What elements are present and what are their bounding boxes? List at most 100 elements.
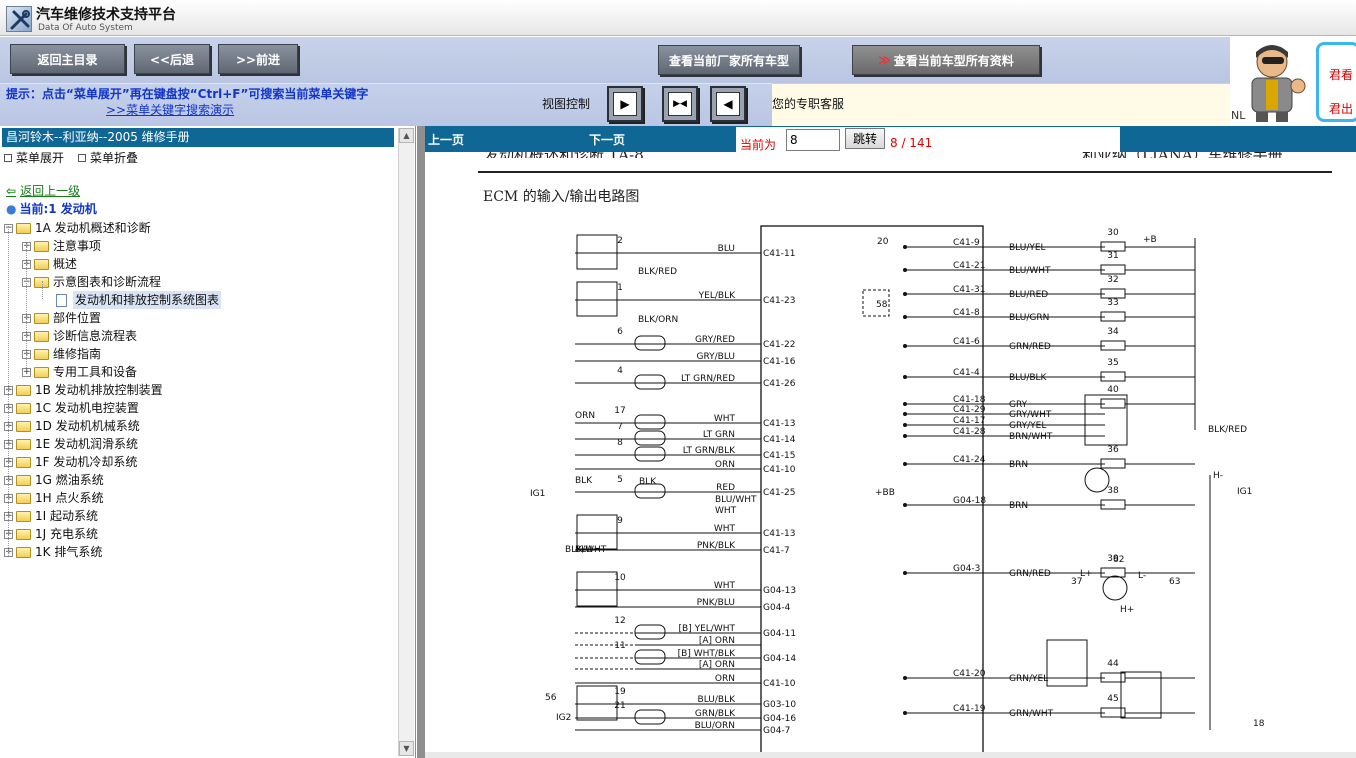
tree-item[interactable]: +1E 发动机润滑系统 xyxy=(4,435,138,453)
component-number: 35 xyxy=(1107,358,1118,368)
connector-pin-label: C41-21 xyxy=(953,261,985,271)
wire-color-label: GRY xyxy=(1009,400,1028,410)
tree-item[interactable]: +1I 起动系统 xyxy=(4,507,98,525)
ad-line-1: 君看 xyxy=(1329,68,1354,82)
expand-square-icon xyxy=(4,154,12,162)
jump-button[interactable]: 跳转 xyxy=(845,128,885,149)
tree-item[interactable]: −1A 发动机概述和诊断 xyxy=(4,219,151,237)
collapse-left-icon: ◀ xyxy=(716,92,740,116)
tree-item[interactable]: + 维修指南 xyxy=(22,345,101,363)
home-button[interactable]: 返回主目录 xyxy=(10,44,125,74)
tree-item[interactable]: + 专用工具和设备 xyxy=(22,363,137,381)
wire-color-label: LT GRN/BLK xyxy=(683,446,736,456)
expand-right-icon: ▶ xyxy=(613,92,637,116)
wire-color-label: [A] ORN xyxy=(699,636,735,646)
wire-color-label: GRY/BLU xyxy=(696,352,735,362)
tree-item[interactable]: + 诊断信息流程表 xyxy=(22,327,137,345)
junction-dot xyxy=(903,375,907,379)
component-number: 38 xyxy=(1107,486,1119,496)
folder-icon xyxy=(16,474,31,486)
connector-pin-label: C41-9 xyxy=(953,238,980,248)
app-title: 汽车维修技术支持平台 xyxy=(36,7,176,23)
tree-item-label: 部件位置 xyxy=(53,311,102,325)
prev-page-button[interactable]: 上一页 xyxy=(428,131,464,148)
wire-color-label: BLU/BLK xyxy=(698,695,737,705)
wire-color-label: BRN xyxy=(1009,460,1028,470)
double-chevron-icon: ≫ xyxy=(878,53,891,67)
folder-icon xyxy=(16,528,31,540)
model-docs-button[interactable]: ≫ 查看当前车型所有资料 xyxy=(852,45,1040,75)
tree-item[interactable]: +1C 发动机电控装置 xyxy=(4,399,139,417)
tree-item-label: 1H 点火系统 xyxy=(35,491,104,505)
wire-color-label: ORN xyxy=(715,460,735,470)
tree-item[interactable]: + 注意事项 xyxy=(22,237,101,255)
tree-item[interactable]: +1J 充电系统 xyxy=(4,525,98,543)
all-models-button[interactable]: 查看当前厂家所有车型 xyxy=(658,45,800,75)
folder-icon xyxy=(16,510,31,522)
tree-item[interactable]: 发动机和排放控制系统图表 xyxy=(56,291,222,309)
forward-button[interactable]: >>前进 xyxy=(218,44,298,74)
misc-label: 58 xyxy=(876,300,888,310)
misc-label: ORN xyxy=(575,411,595,421)
scroll-down-icon[interactable]: ▼ xyxy=(399,741,414,756)
wire-color-label: GRN/BLK xyxy=(695,709,736,719)
wire-color-label: PNK/BLK xyxy=(697,541,736,551)
component-number: 9 xyxy=(617,516,623,526)
page-number-input[interactable] xyxy=(786,129,840,151)
component-number: 12 xyxy=(614,616,625,626)
menu-collapse-button[interactable]: 菜单折叠 xyxy=(78,149,138,166)
tree-item[interactable]: +1G 燃油系统 xyxy=(4,471,104,489)
misc-label: 18 xyxy=(1253,719,1265,729)
misc-label: 62 xyxy=(1113,555,1124,565)
next-page-button[interactable]: 下一页 xyxy=(589,131,625,148)
misc-label: BLK xyxy=(575,476,593,486)
folder-icon xyxy=(34,330,49,342)
misc-label: 20 xyxy=(877,237,889,247)
scroll-up-icon[interactable]: ▲ xyxy=(399,128,414,143)
component-number: 30 xyxy=(1107,228,1119,238)
tree-item[interactable]: +1F 发动机冷却系统 xyxy=(4,453,137,471)
menu-expand-button[interactable]: 菜单展开 xyxy=(4,149,64,166)
connector-pin-label: C41-19 xyxy=(953,704,986,714)
tree-item-label: 1G 燃油系统 xyxy=(35,473,104,487)
mascot-icon[interactable] xyxy=(1236,40,1314,124)
view-split-button[interactable]: ▶◀ xyxy=(662,86,698,122)
tree-item[interactable]: + 概述 xyxy=(22,255,77,273)
view-expand-right-button[interactable]: ▶ xyxy=(607,86,643,122)
tree-item-label: 1D 发动机机械系统 xyxy=(35,419,140,433)
motor-37 xyxy=(1084,467,1110,493)
component-number: 1 xyxy=(617,283,623,293)
connector-pin-label: G04-13 xyxy=(763,586,796,596)
wire-color-label: RED xyxy=(716,483,735,493)
component-box xyxy=(576,234,618,270)
view-collapse-left-button[interactable]: ◀ xyxy=(710,86,746,122)
component-number: 21 xyxy=(614,701,625,711)
component-number: 19 xyxy=(614,687,626,697)
sidebar-scrollbar[interactable]: ▲ ▼ xyxy=(398,128,414,756)
viewer-hscrollbar[interactable] xyxy=(425,752,1356,758)
back-button[interactable]: <<后退 xyxy=(134,44,210,74)
tree-item[interactable]: +1D 发动机机械系统 xyxy=(4,417,140,435)
folder-icon xyxy=(16,402,31,414)
tree-item[interactable]: +1K 排气系统 xyxy=(4,543,102,561)
search-demo-link[interactable]: >>菜单关键字搜索演示 xyxy=(106,101,234,118)
doc-header-rule xyxy=(478,171,1332,173)
back-up-link[interactable]: ⇦ 返回上一级 xyxy=(6,182,80,199)
tree-connector xyxy=(26,244,27,370)
wire-color-label: WHT xyxy=(714,524,736,534)
app-logo-icon xyxy=(6,6,32,32)
component-number: 33 xyxy=(1107,298,1118,308)
connector-pin-label: C41-23 xyxy=(763,296,795,306)
junction-dot xyxy=(903,462,907,466)
tree-item[interactable]: +1H 点火系统 xyxy=(4,489,103,507)
tree-item[interactable]: +1B 发动机排放控制装置 xyxy=(4,381,163,399)
connector-pin-label: C41-24 xyxy=(953,455,986,465)
tree-item-label: 1F 发动机冷却系统 xyxy=(35,455,138,469)
tree-item-label: 1K 排气系统 xyxy=(35,545,103,559)
component-number: 8 xyxy=(617,438,623,448)
connector-pin-label: C41-17 xyxy=(953,416,985,426)
wire-color-label: GRN/YEL xyxy=(1009,674,1048,684)
sensor-symbol xyxy=(634,709,666,725)
pane-splitter[interactable] xyxy=(417,126,425,758)
tree-item[interactable]: + 部件位置 xyxy=(22,309,101,327)
